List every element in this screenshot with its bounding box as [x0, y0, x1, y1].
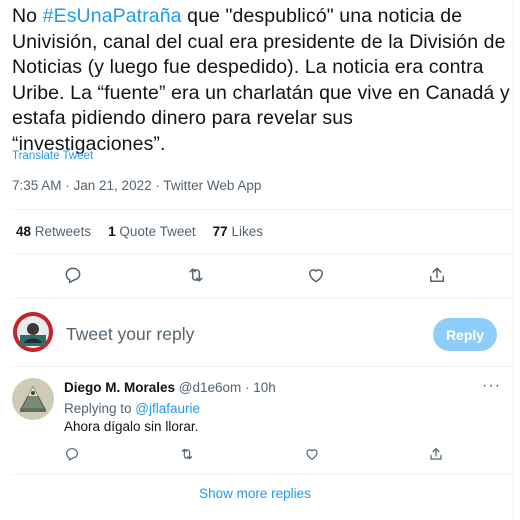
avatar[interactable]	[13, 312, 53, 352]
replying-to-link[interactable]: @jflafaurie	[135, 401, 200, 416]
tweet-text: No #EsUnaPatraña que "despublicó" una no…	[12, 4, 512, 157]
translate-tweet-link[interactable]: Translate Tweet	[12, 150, 93, 162]
pyramid-eye-avatar-image	[12, 378, 54, 420]
reply-input[interactable]: Tweet your reply	[66, 324, 194, 345]
likes-stat[interactable]: 77 Likes	[213, 224, 263, 239]
reply-action-bar	[0, 444, 520, 466]
reply-text: Ahora dígalo sin llorar.	[64, 419, 199, 434]
divider	[12, 298, 512, 299]
retweet-icon[interactable]	[177, 444, 197, 464]
tweet-stats: 48 Retweets 1 Quote Tweet 77 Likes	[16, 224, 280, 239]
retweet-icon[interactable]	[183, 262, 209, 288]
show-more-replies-link[interactable]: Show more replies	[0, 486, 510, 501]
tweet-timestamp[interactable]: 7:35 AM · Jan 21, 2022 · Twitter Web App	[12, 178, 261, 193]
reply-icon[interactable]	[60, 262, 86, 288]
quote-tweets-stat[interactable]: 1 Quote Tweet	[108, 224, 196, 239]
reply-author-handle[interactable]: @d1e6om · 10h	[179, 380, 276, 395]
divider	[12, 474, 512, 475]
reply-icon[interactable]	[62, 444, 82, 464]
replying-to: Replying to @jflafaurie	[64, 401, 201, 416]
tweet-action-bar	[0, 262, 520, 290]
tweet-text-prefix: No	[12, 5, 43, 27]
timeline-border	[513, 0, 514, 520]
tweet-text-body: que "despublicó" una noticia de Univisió…	[12, 5, 510, 155]
reply-button[interactable]: Reply	[433, 318, 497, 351]
share-icon[interactable]	[426, 444, 446, 464]
avatar-image	[13, 312, 53, 352]
like-icon[interactable]	[303, 262, 329, 288]
share-icon[interactable]	[424, 262, 450, 288]
divider	[12, 366, 512, 367]
hashtag-link[interactable]: #EsUnaPatraña	[43, 5, 182, 27]
avatar[interactable]	[12, 378, 54, 420]
retweets-stat[interactable]: 48 Retweets	[16, 224, 91, 239]
reply-author-name[interactable]: Diego M. Morales	[64, 380, 175, 395]
reply-header: Diego M. Morales @d1e6om · 10h	[64, 380, 276, 395]
more-dots-icon[interactable]: ···	[482, 377, 501, 395]
like-icon[interactable]	[302, 444, 322, 464]
divider	[12, 253, 512, 254]
divider	[12, 209, 512, 210]
